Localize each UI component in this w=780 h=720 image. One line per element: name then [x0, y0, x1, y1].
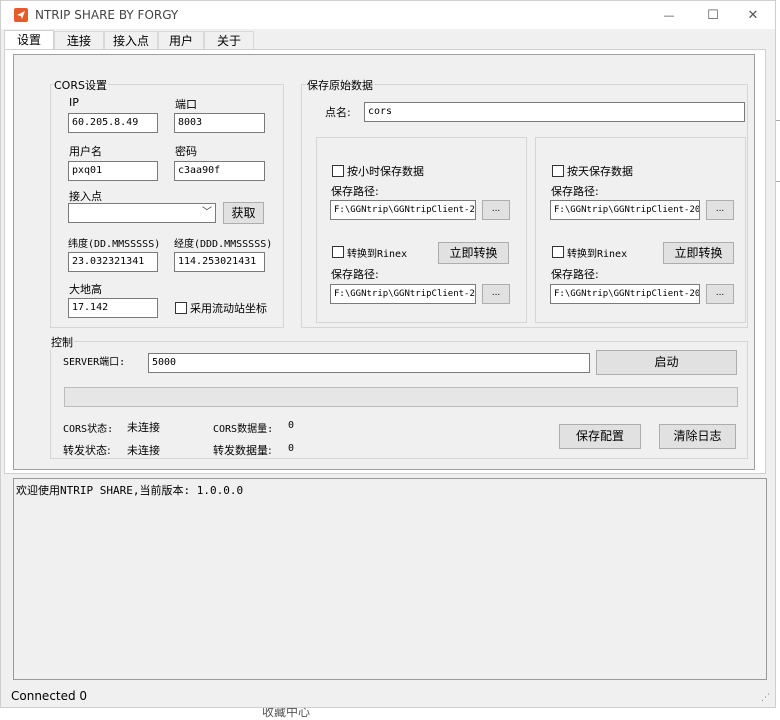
- fetch-mountpoints-button[interactable]: 获取: [223, 202, 264, 224]
- username-label: 用户名: [69, 145, 102, 158]
- username-input[interactable]: pxq01: [68, 161, 158, 181]
- server-port-input[interactable]: 5000: [148, 353, 590, 373]
- forward-status-value: 未连接: [127, 444, 160, 457]
- control-legend: 控制: [50, 334, 74, 350]
- window-title: NTRIP SHARE BY FORGY: [35, 8, 179, 22]
- height-label: 大地高: [69, 283, 102, 296]
- cors-data-value: 0: [288, 420, 295, 431]
- point-name-label: 点名:: [325, 106, 351, 119]
- hourly-rinex-path-label: 保存路径:: [331, 268, 379, 281]
- maximize-icon: ☐: [707, 7, 719, 23]
- chevron-down-icon: ﹀: [202, 207, 212, 218]
- minimize-button[interactable]: —: [647, 1, 691, 29]
- longitude-label: 经度(DDD.MMSSSSS): [174, 239, 273, 250]
- resize-grip-icon[interactable]: ⋰: [761, 693, 770, 703]
- daily-convert-button[interactable]: 立即转换: [663, 242, 734, 264]
- start-button[interactable]: 启动: [596, 350, 737, 375]
- forward-status-label: 转发状态:: [63, 444, 111, 457]
- minimize-icon: —: [663, 8, 675, 22]
- hourly-path-label: 保存路径:: [331, 185, 379, 198]
- background-edge: [776, 120, 780, 182]
- tab-mountpoint[interactable]: 接入点: [104, 31, 158, 49]
- tab-about[interactable]: 关于: [204, 31, 254, 49]
- ip-input[interactable]: 60.205.8.49: [68, 113, 158, 133]
- status-text: Connected 0: [11, 689, 88, 703]
- port-input[interactable]: 8003: [174, 113, 265, 133]
- save-raw-legend: 保存原始数据: [306, 77, 374, 93]
- password-label: 密码: [175, 145, 197, 158]
- rover-coordinate-label: 采用流动站坐标: [190, 302, 267, 315]
- daily-rinex-path-label: 保存路径:: [551, 268, 599, 281]
- control-group: 控制 SERVER端口: 5000 启动 CORS状态: 未连接 CORS数据量…: [50, 334, 748, 459]
- hourly-save-box: 按小时保存数据 保存路径: F:\GGNtrip\GGNtripClient-2…: [316, 137, 527, 323]
- tab-connection[interactable]: 连接: [54, 31, 104, 49]
- longitude-input[interactable]: 114.253021431: [174, 252, 265, 272]
- daily-path-label: 保存路径:: [551, 185, 599, 198]
- daily-rinex-path-input[interactable]: F:\GGNtrip\GGNtripClient-20: [550, 284, 700, 304]
- close-icon: ✕: [747, 7, 759, 23]
- hourly-path-input[interactable]: F:\GGNtrip\GGNtripClient-2: [330, 200, 476, 220]
- hourly-save-checkbox[interactable]: [332, 165, 344, 177]
- daily-save-label: 按天保存数据: [567, 165, 633, 178]
- height-input[interactable]: 17.142: [68, 298, 158, 318]
- tab-strip: 设置 连接 接入点 用户 关于: [1, 30, 775, 50]
- cors-data-label: CORS数据量:: [213, 424, 274, 435]
- log-textarea[interactable]: 欢迎使用NTRIP SHARE,当前版本: 1.0.0.0: [13, 478, 767, 680]
- status-bar: Connected 0 ⋰: [1, 687, 775, 707]
- hourly-rinex-browse-button[interactable]: ...: [482, 284, 510, 304]
- hourly-rinex-label: 转换到Rinex: [347, 249, 408, 260]
- mountpoint-select[interactable]: ﹀: [68, 203, 216, 223]
- hourly-rinex-path-input[interactable]: F:\GGNtrip\GGNtripClient-2: [330, 284, 476, 304]
- server-port-label: SERVER端口:: [63, 357, 126, 368]
- hourly-convert-button[interactable]: 立即转换: [438, 242, 509, 264]
- rover-coordinate-checkbox[interactable]: [175, 302, 187, 314]
- app-window: NTRIP SHARE BY FORGY — ☐ ✕ 设置 连接 接入点 用户 …: [0, 0, 776, 708]
- hourly-rinex-checkbox[interactable]: [332, 246, 344, 258]
- close-button[interactable]: ✕: [731, 1, 775, 29]
- ip-label: IP: [69, 96, 79, 109]
- tab-settings[interactable]: 设置: [4, 30, 54, 50]
- maximize-button[interactable]: ☐: [691, 1, 735, 29]
- cors-group-legend: CORS设置: [53, 77, 108, 93]
- point-name-input[interactable]: cors: [364, 102, 745, 122]
- forward-data-label: 转发数据量:: [213, 444, 272, 457]
- latitude-label: 纬度(DD.MMSSSSS): [68, 239, 161, 250]
- app-logo-icon: [14, 8, 28, 22]
- cors-status-label: CORS状态:: [63, 424, 114, 435]
- forward-data-value: 0: [288, 443, 295, 454]
- port-label: 端口: [175, 98, 197, 111]
- cors-group: CORS设置 IP 60.205.8.49 端口 8003 用户名 pxq01 …: [50, 77, 284, 328]
- clear-log-button[interactable]: 清除日志: [659, 424, 736, 449]
- daily-rinex-checkbox[interactable]: [552, 246, 564, 258]
- save-config-button[interactable]: 保存配置: [559, 424, 641, 449]
- cors-status-value: 未连接: [127, 421, 160, 434]
- password-input[interactable]: c3aa90f: [174, 161, 265, 181]
- settings-frame: CORS设置 IP 60.205.8.49 端口 8003 用户名 pxq01 …: [13, 54, 755, 470]
- daily-rinex-label: 转换到Rinex: [567, 249, 628, 260]
- daily-browse-button[interactable]: ...: [706, 200, 734, 220]
- log-line: 欢迎使用NTRIP SHARE,当前版本: 1.0.0.0: [16, 484, 244, 497]
- daily-save-checkbox[interactable]: [552, 165, 564, 177]
- progress-bar: [64, 387, 738, 407]
- daily-save-box: 按天保存数据 保存路径: F:\GGNtrip\GGNtripClient-20…: [535, 137, 746, 323]
- tab-users[interactable]: 用户: [158, 31, 204, 49]
- daily-path-input[interactable]: F:\GGNtrip\GGNtripClient-20: [550, 200, 700, 220]
- mountpoint-label: 接入点: [69, 190, 102, 203]
- hourly-browse-button[interactable]: ...: [482, 200, 510, 220]
- title-bar[interactable]: NTRIP SHARE BY FORGY — ☐ ✕: [1, 1, 775, 29]
- save-raw-group: 保存原始数据 点名: cors 按小时保存数据 保存路径: F:\GGNtrip…: [301, 77, 748, 328]
- hourly-save-label: 按小时保存数据: [347, 165, 424, 178]
- latitude-input[interactable]: 23.032321341: [68, 252, 158, 272]
- daily-rinex-browse-button[interactable]: ...: [706, 284, 734, 304]
